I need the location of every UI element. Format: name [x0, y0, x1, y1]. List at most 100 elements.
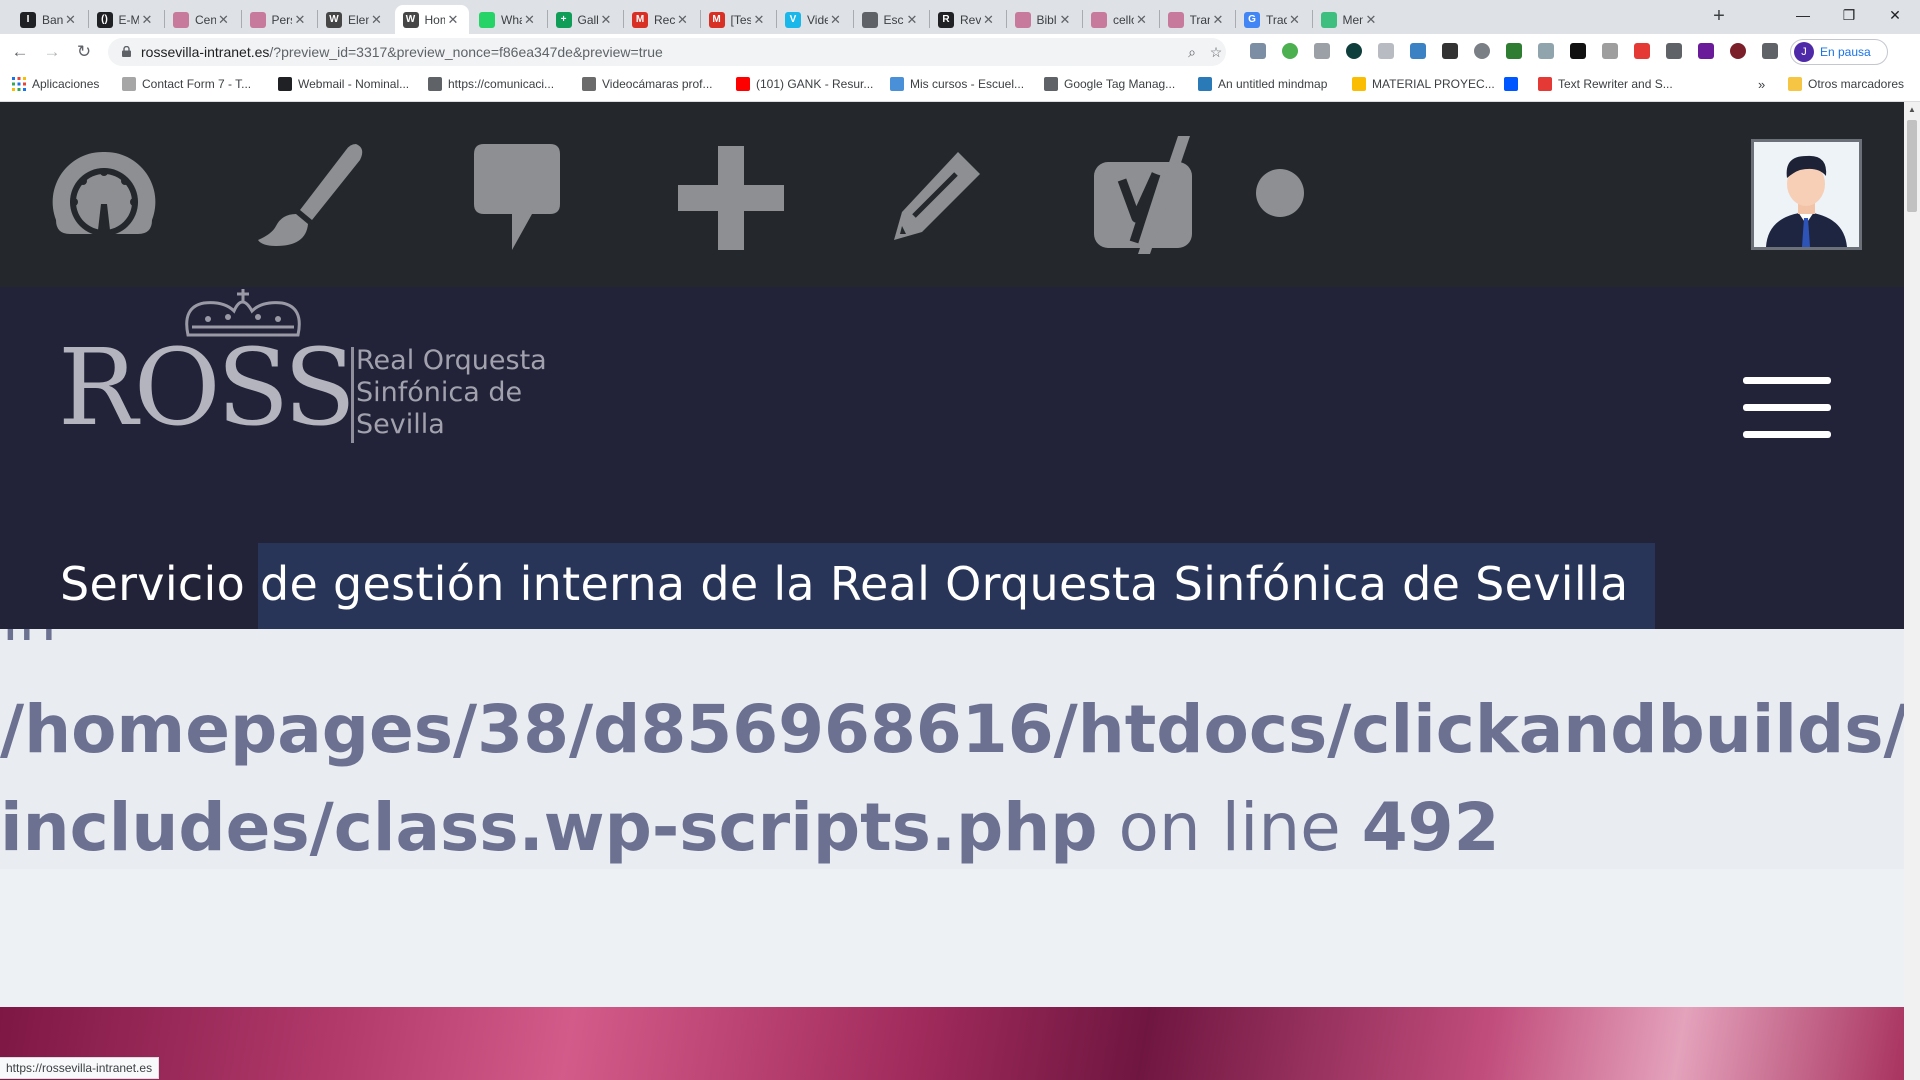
- camera-extension-icon[interactable]: [1602, 43, 1618, 59]
- bookmark-item[interactable]: Webmail - Nominal...: [278, 77, 409, 91]
- layout-extension-icon[interactable]: [1538, 43, 1554, 59]
- bookmark-item[interactable]: Mis cursos - Escuel...: [890, 77, 1024, 91]
- close-tab-icon[interactable]: ✕: [1287, 12, 1303, 28]
- bookmark-star-icon[interactable]: ☆: [1208, 44, 1224, 60]
- hamburger-menu-button[interactable]: [1743, 377, 1831, 441]
- close-tab-icon[interactable]: ✕: [828, 12, 844, 28]
- restore-button[interactable]: ❐: [1826, 0, 1872, 30]
- browser-tab[interactable]: + Gallard✕: [548, 5, 623, 34]
- browser-tab[interactable]: () E-Mail✕: [89, 5, 164, 34]
- bookmarks-overflow-button[interactable]: »: [1758, 77, 1765, 92]
- browser-tab[interactable]: W Home✕: [394, 5, 469, 34]
- tabs-extension-icon[interactable]: [1570, 43, 1586, 59]
- new-tab-button[interactable]: +: [1707, 5, 1731, 29]
- close-tab-icon[interactable]: ✕: [1134, 12, 1150, 28]
- appearance-brush-icon[interactable]: [256, 142, 368, 250]
- id-extension-icon[interactable]: [1698, 43, 1714, 59]
- address-bar[interactable]: rossevilla-intranet.es/?preview_id=3317&…: [108, 38, 1226, 66]
- close-tab-icon[interactable]: ✕: [369, 12, 385, 28]
- bookmark-item[interactable]: MATERIAL PROYEC...: [1352, 77, 1495, 91]
- user-avatar[interactable]: [1751, 139, 1862, 250]
- close-tab-icon[interactable]: ✕: [216, 12, 232, 28]
- browser-tab[interactable]: M [Test]✕: [701, 5, 776, 34]
- browser-tab[interactable]: cello✕: [1083, 5, 1158, 34]
- close-tab-icon[interactable]: ✕: [1057, 12, 1073, 28]
- dashboard-gauge-icon[interactable]: [52, 150, 156, 236]
- add-new-plus-icon[interactable]: [678, 146, 784, 250]
- k-extension-icon[interactable]: [1730, 43, 1746, 59]
- browser-tab[interactable]: W Elementor✕: [318, 5, 393, 34]
- code-extension-icon[interactable]: [1314, 43, 1330, 59]
- bookmark-item[interactable]: Google Tag Manag...: [1044, 77, 1175, 91]
- ross-logo[interactable]: ROSS Real Orquesta Sinfónica de Sevilla: [58, 287, 578, 443]
- apps-grid-icon: [12, 77, 26, 91]
- facebook-extension-icon[interactable]: [1474, 43, 1490, 59]
- browser-tab[interactable]: M Recibidos✕: [624, 5, 699, 34]
- url-text[interactable]: rossevilla-intranet.es/?preview_id=3317&…: [141, 44, 663, 60]
- close-tab-icon[interactable]: ✕: [751, 12, 767, 28]
- reload-button[interactable]: ↻: [72, 40, 96, 64]
- profile-chip[interactable]: J En pausa: [1790, 39, 1888, 65]
- screen-extension-icon[interactable]: [1410, 43, 1426, 59]
- bookmark-item[interactable]: Videocámaras prof...: [582, 77, 713, 91]
- scroll-up-arrow-icon[interactable]: ▲: [1904, 102, 1920, 118]
- comments-bubble-icon[interactable]: [472, 142, 562, 252]
- chat-extension-icon[interactable]: [1346, 43, 1362, 59]
- dropbox-extension-icon[interactable]: [1250, 43, 1266, 59]
- browser-tab[interactable]: R Revolut✕: [930, 5, 1005, 34]
- yoast-seo-icon[interactable]: [1092, 134, 1196, 256]
- close-tab-icon[interactable]: ✕: [139, 12, 155, 28]
- browser-tab[interactable]: Escritorio✕: [854, 5, 929, 34]
- bookmark-item[interactable]: Contact Form 7 - T...: [122, 77, 251, 91]
- browser-tab[interactable]: Biblioteca✕: [1007, 5, 1082, 34]
- back-button[interactable]: ←: [8, 40, 32, 64]
- close-tab-icon[interactable]: ✕: [1363, 12, 1379, 28]
- close-tab-icon[interactable]: ✕: [1210, 12, 1226, 28]
- close-tab-icon[interactable]: ✕: [292, 12, 308, 28]
- site-header: ROSS Real Orquesta Sinfónica de Sevilla …: [0, 287, 1904, 629]
- scrollbar-thumb[interactable]: [1907, 120, 1917, 212]
- bookmark-item[interactable]: [1504, 77, 1524, 91]
- browser-tab[interactable]: I Bandeja✕: [12, 5, 87, 34]
- browser-tab[interactable]: WhatsApp✕: [471, 5, 546, 34]
- bookmark-item[interactable]: An untitled mindmap: [1198, 77, 1327, 91]
- status-dot-icon[interactable]: [1255, 168, 1305, 218]
- apps-bookmark[interactable]: Aplicaciones: [12, 77, 99, 91]
- close-tab-icon[interactable]: ✕: [445, 12, 461, 28]
- close-window-button[interactable]: ✕: [1872, 0, 1918, 30]
- zoom-icon[interactable]: ⌕: [1184, 44, 1200, 60]
- close-tab-icon[interactable]: ✕: [598, 12, 614, 28]
- puzzle-extensions-icon[interactable]: [1762, 43, 1778, 59]
- bookmark-item[interactable]: Text Rewriter and S...: [1538, 77, 1673, 91]
- bookmark-item[interactable]: (101) GANK - Resur...: [736, 77, 873, 91]
- contact-form-icon: [122, 77, 136, 91]
- pdf-extension-icon[interactable]: [1634, 43, 1650, 59]
- bookmark-item[interactable]: https://comunicaci...: [428, 77, 554, 91]
- other-bookmarks-folder[interactable]: Otros marcadores: [1788, 77, 1904, 91]
- forward-button[interactable]: →: [40, 40, 64, 64]
- comment-extension-icon[interactable]: [1378, 43, 1394, 59]
- sync-extension-icon[interactable]: [1282, 43, 1298, 59]
- webmail-icon: (): [96, 11, 113, 28]
- browser-tab[interactable]: Personal✕: [242, 5, 317, 34]
- lock-icon[interactable]: [122, 46, 131, 57]
- mail-extension-icon[interactable]: [1442, 43, 1458, 59]
- browser-tab[interactable]: V Video✕: [777, 5, 852, 34]
- wave-extension-icon[interactable]: [1666, 43, 1682, 59]
- school-icon: [890, 77, 904, 91]
- close-tab-icon[interactable]: ✕: [981, 12, 997, 28]
- browser-tab[interactable]: Memo✕: [1313, 5, 1388, 34]
- close-tab-icon[interactable]: ✕: [522, 12, 538, 28]
- edit-pencil-icon[interactable]: [892, 150, 982, 242]
- browser-tab[interactable]: Centro✕: [165, 5, 240, 34]
- youtube-icon: [736, 77, 750, 91]
- close-tab-icon[interactable]: ✕: [904, 12, 920, 28]
- bookmark-label: MATERIAL PROYEC...: [1372, 77, 1495, 91]
- close-tab-icon[interactable]: ✕: [63, 12, 79, 28]
- page-scrollbar[interactable]: ▲: [1904, 102, 1920, 1080]
- browser-tab[interactable]: Trans✕: [1160, 5, 1235, 34]
- close-tab-icon[interactable]: ✕: [675, 12, 691, 28]
- bw-extension-icon[interactable]: [1506, 43, 1522, 59]
- browser-tab[interactable]: G Traductor✕: [1236, 5, 1311, 34]
- minimize-button[interactable]: —: [1780, 0, 1826, 30]
